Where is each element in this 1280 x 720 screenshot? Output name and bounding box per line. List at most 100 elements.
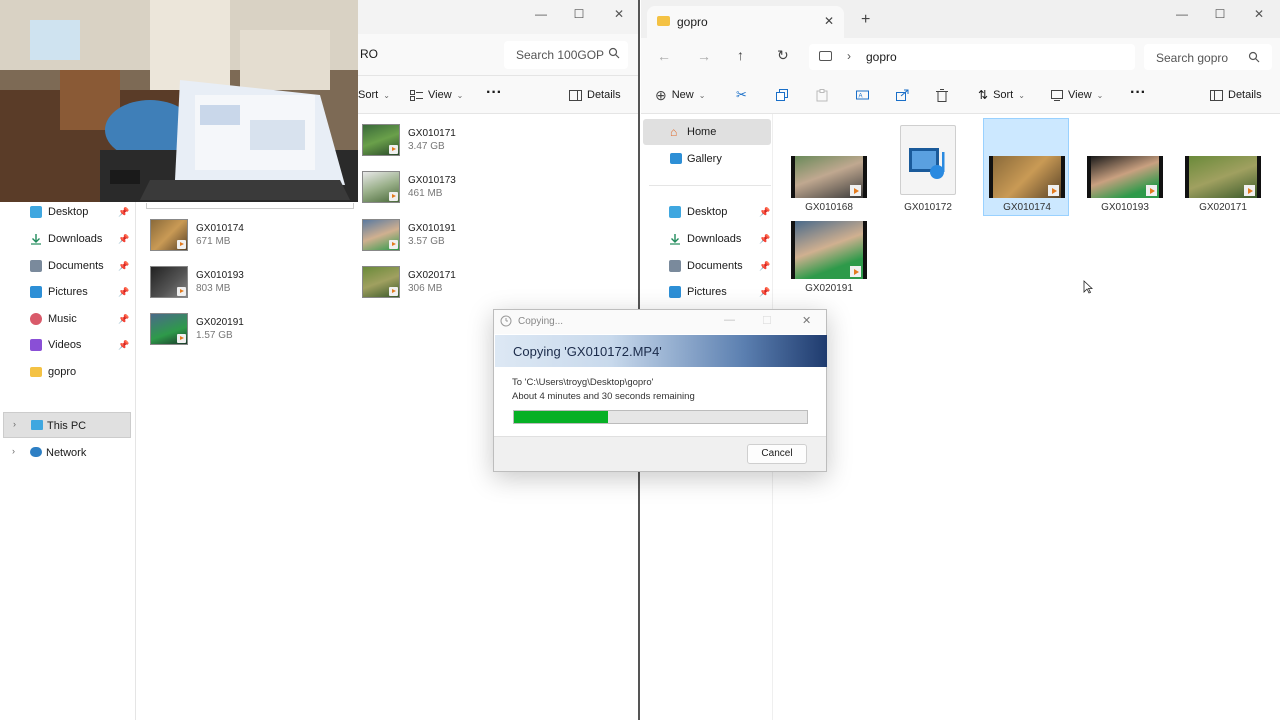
sidebar-item-downloads[interactable]: Downloads 📌 bbox=[30, 229, 129, 249]
music-icon bbox=[30, 313, 42, 325]
sort-button[interactable]: Sort ⌄ bbox=[358, 86, 390, 104]
delete-icon[interactable] bbox=[936, 86, 948, 104]
breadcrumb[interactable]: gopro bbox=[866, 50, 897, 64]
new-button[interactable]: ⊕ New ⌄ bbox=[655, 86, 705, 104]
up-arrow-icon[interactable]: ↑ bbox=[737, 47, 744, 63]
file-tile-gx010172[interactable]: GX010172 bbox=[885, 120, 971, 216]
tab-close-icon[interactable]: ✕ bbox=[824, 14, 834, 28]
cut-icon[interactable]: ✂ bbox=[736, 86, 747, 104]
sidebar-item-pictures[interactable]: Pictures 📌 bbox=[30, 282, 129, 302]
sidebar-item-documents[interactable]: Documents 📌 bbox=[30, 256, 129, 276]
address-field[interactable]: › gopro bbox=[809, 44, 1135, 70]
refresh-icon[interactable]: ↻ bbox=[777, 47, 789, 64]
paste-icon[interactable] bbox=[816, 86, 828, 104]
video-thumbnail bbox=[362, 266, 400, 298]
sidebar-item-label: Desktop bbox=[687, 206, 728, 218]
forward-arrow-icon[interactable]: → bbox=[697, 48, 711, 64]
sidebar-item-label: Downloads bbox=[687, 233, 742, 245]
details-label: Details bbox=[1228, 89, 1262, 101]
file-row-gx010191[interactable]: GX010191 3.57 GB bbox=[362, 215, 456, 255]
maximize-button[interactable]: ☐ bbox=[1209, 6, 1231, 22]
new-tab-button[interactable]: + bbox=[861, 11, 870, 29]
cancel-button[interactable]: Cancel bbox=[747, 444, 807, 464]
details-label: Details bbox=[587, 89, 621, 101]
svg-text:A: A bbox=[859, 94, 863, 100]
file-tile-gx020191[interactable]: GX020191 bbox=[786, 201, 872, 297]
sidebar-item-label: Home bbox=[687, 126, 717, 138]
media-file-icon bbox=[900, 125, 956, 195]
chevron-down-icon: ⌄ bbox=[383, 90, 390, 100]
sidebar-item-pictures[interactable]: Pictures 📌 bbox=[669, 282, 770, 302]
pin-icon: 📌 bbox=[118, 206, 130, 217]
maximize-button[interactable]: ☐ bbox=[568, 6, 590, 22]
selection-outline bbox=[146, 203, 354, 209]
file-tile-gx020171[interactable]: GX020171 bbox=[1180, 120, 1266, 216]
file-name: GX020171 bbox=[408, 270, 456, 281]
play-icon bbox=[177, 240, 186, 249]
pictures-icon bbox=[30, 286, 42, 298]
sidebar-item-videos[interactable]: Videos 📌 bbox=[30, 335, 129, 355]
close-button[interactable]: ✕ bbox=[1248, 6, 1270, 22]
search-input[interactable]: Search gopro bbox=[1144, 44, 1272, 70]
pin-icon: 📌 bbox=[118, 286, 130, 297]
sidebar-item-gallery[interactable]: Gallery bbox=[643, 148, 771, 170]
play-icon bbox=[850, 185, 861, 196]
pin-icon: 📌 bbox=[759, 286, 771, 297]
view-button[interactable]: View ⌄ bbox=[1051, 86, 1103, 104]
more-options-button[interactable]: ··· bbox=[486, 84, 502, 102]
close-button[interactable]: ✕ bbox=[608, 6, 630, 22]
address-path[interactable]: RO bbox=[360, 47, 378, 61]
sidebar-item-gopro[interactable]: gopro bbox=[30, 362, 76, 382]
copy-icon[interactable] bbox=[776, 86, 788, 104]
details-button[interactable]: Details bbox=[1210, 86, 1262, 104]
video-thumbnail bbox=[1185, 156, 1261, 198]
webcam-overlay bbox=[0, 0, 358, 202]
maximize-button: ☐ bbox=[762, 315, 772, 327]
back-arrow-icon[interactable]: ← bbox=[657, 48, 671, 64]
sidebar-item-label: This PC bbox=[47, 420, 87, 432]
more-options-button[interactable]: ··· bbox=[1130, 84, 1146, 102]
file-tile-gx010174[interactable]: GX010174 bbox=[983, 118, 1069, 216]
minimize-button[interactable]: — bbox=[1171, 6, 1193, 22]
new-label: New bbox=[671, 89, 694, 101]
file-row-gx020191[interactable]: GX020191 1.57 GB bbox=[150, 309, 244, 349]
search-input[interactable]: Search 100GOP bbox=[504, 41, 628, 69]
file-row-gx010193[interactable]: GX010193 803 MB bbox=[150, 262, 244, 302]
file-size: 671 MB bbox=[196, 236, 231, 247]
minimize-button[interactable]: — bbox=[724, 314, 735, 326]
sidebar-item-desktop[interactable]: Desktop 📌 bbox=[669, 202, 770, 222]
sidebar-item-this-pc[interactable]: › This PC bbox=[3, 412, 131, 438]
sidebar-item-label: Documents bbox=[48, 260, 104, 272]
mouse-cursor-icon bbox=[1083, 280, 1093, 294]
close-button[interactable]: ✕ bbox=[802, 314, 811, 327]
plus-circle-icon: ⊕ bbox=[655, 86, 667, 103]
file-name: GX010191 bbox=[408, 223, 456, 234]
view-button[interactable]: View ⌄ bbox=[410, 86, 463, 104]
sidebar-item-home[interactable]: ⌂ Home bbox=[643, 119, 771, 145]
minimize-button[interactable]: — bbox=[530, 6, 552, 22]
view-icon bbox=[1051, 89, 1063, 101]
video-thumbnail bbox=[150, 266, 188, 298]
tab-gopro[interactable]: gopro ✕ bbox=[647, 6, 844, 38]
dialog-titlebar: Copying... — ☐ ✕ bbox=[494, 310, 826, 334]
share-icon[interactable] bbox=[896, 86, 909, 104]
computer-icon bbox=[31, 420, 43, 430]
file-size: 461 MB bbox=[408, 188, 443, 199]
file-row-gx010173[interactable]: GX010173 461 MB bbox=[362, 167, 456, 207]
sidebar-item-desktop[interactable]: Desktop 📌 bbox=[30, 202, 129, 222]
sidebar-item-documents[interactable]: Documents 📌 bbox=[669, 256, 770, 276]
rename-icon[interactable]: A bbox=[856, 86, 869, 104]
sidebar-item-downloads[interactable]: Downloads 📌 bbox=[669, 229, 770, 249]
file-tile-gx010193[interactable]: GX010193 bbox=[1082, 120, 1168, 216]
video-thumbnail bbox=[362, 219, 400, 251]
file-name: GX010174 bbox=[1003, 202, 1051, 213]
sidebar-item-network[interactable]: › Network bbox=[3, 442, 131, 464]
details-button[interactable]: Details bbox=[569, 86, 621, 104]
sidebar-item-music[interactable]: Music 📌 bbox=[30, 309, 129, 329]
file-name: GX010174 bbox=[196, 223, 244, 234]
search-icon bbox=[1248, 51, 1260, 63]
file-row-gx010174[interactable]: GX010174 671 MB bbox=[150, 215, 244, 255]
sort-button[interactable]: ⇅ Sort ⌄ bbox=[978, 86, 1025, 104]
file-row-gx010171[interactable]: GX010171 3.47 GB bbox=[362, 120, 456, 160]
file-row-gx020171[interactable]: GX020171 306 MB bbox=[362, 262, 456, 302]
